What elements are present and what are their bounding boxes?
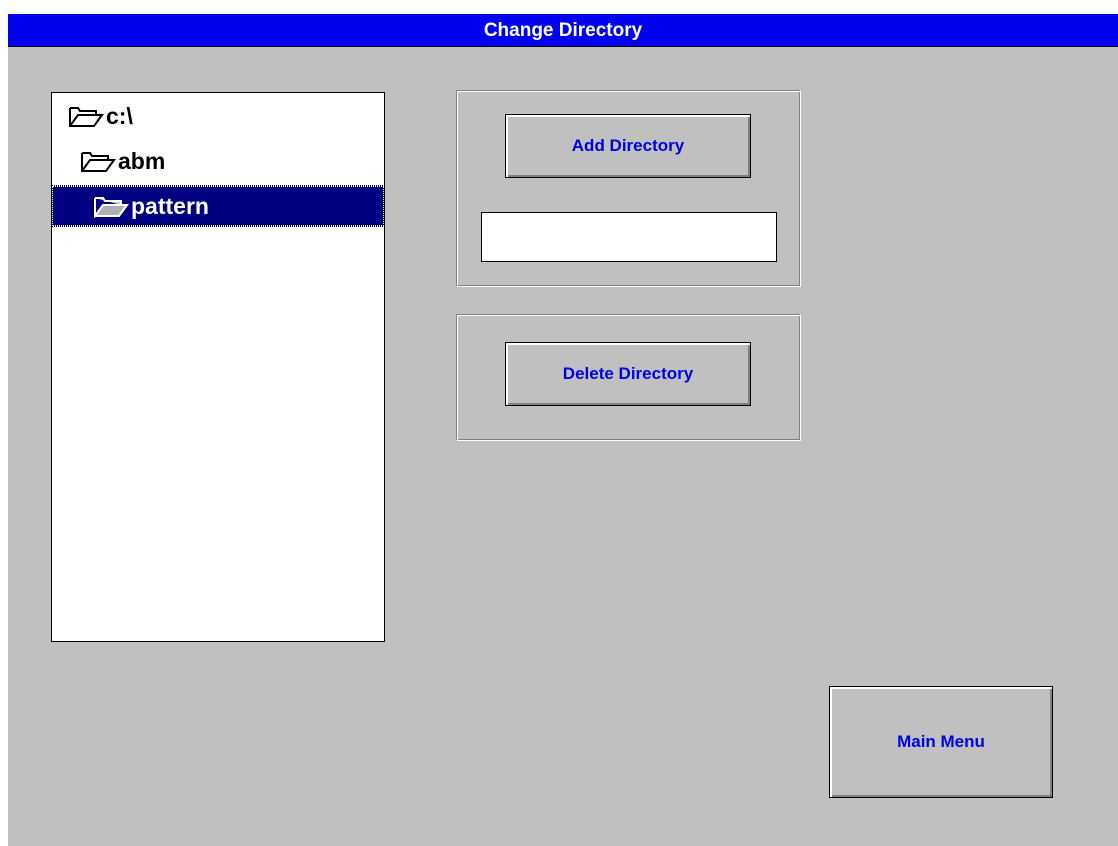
- main-menu-button[interactable]: Main Menu: [829, 686, 1053, 798]
- change-directory-window: Change Directory c:\ abm pattern Add Dir…: [8, 14, 1118, 846]
- window-title: Change Directory: [8, 14, 1118, 47]
- tree-item-label: abm: [118, 147, 166, 174]
- tree-item-label: c:\: [106, 102, 133, 129]
- tree-item-abm[interactable]: abm: [52, 141, 384, 181]
- tree-item-pattern[interactable]: pattern: [51, 185, 385, 227]
- folder-open-icon: [80, 149, 116, 173]
- add-directory-button[interactable]: Add Directory: [505, 114, 751, 178]
- folder-open-icon: [68, 104, 104, 128]
- tree-item-label: pattern: [131, 192, 209, 219]
- directory-tree[interactable]: c:\ abm pattern: [51, 92, 385, 642]
- delete-directory-button[interactable]: Delete Directory: [505, 342, 751, 406]
- new-directory-input[interactable]: [481, 212, 777, 262]
- tree-item-root[interactable]: c:\: [52, 96, 384, 136]
- folder-open-icon: [93, 194, 129, 218]
